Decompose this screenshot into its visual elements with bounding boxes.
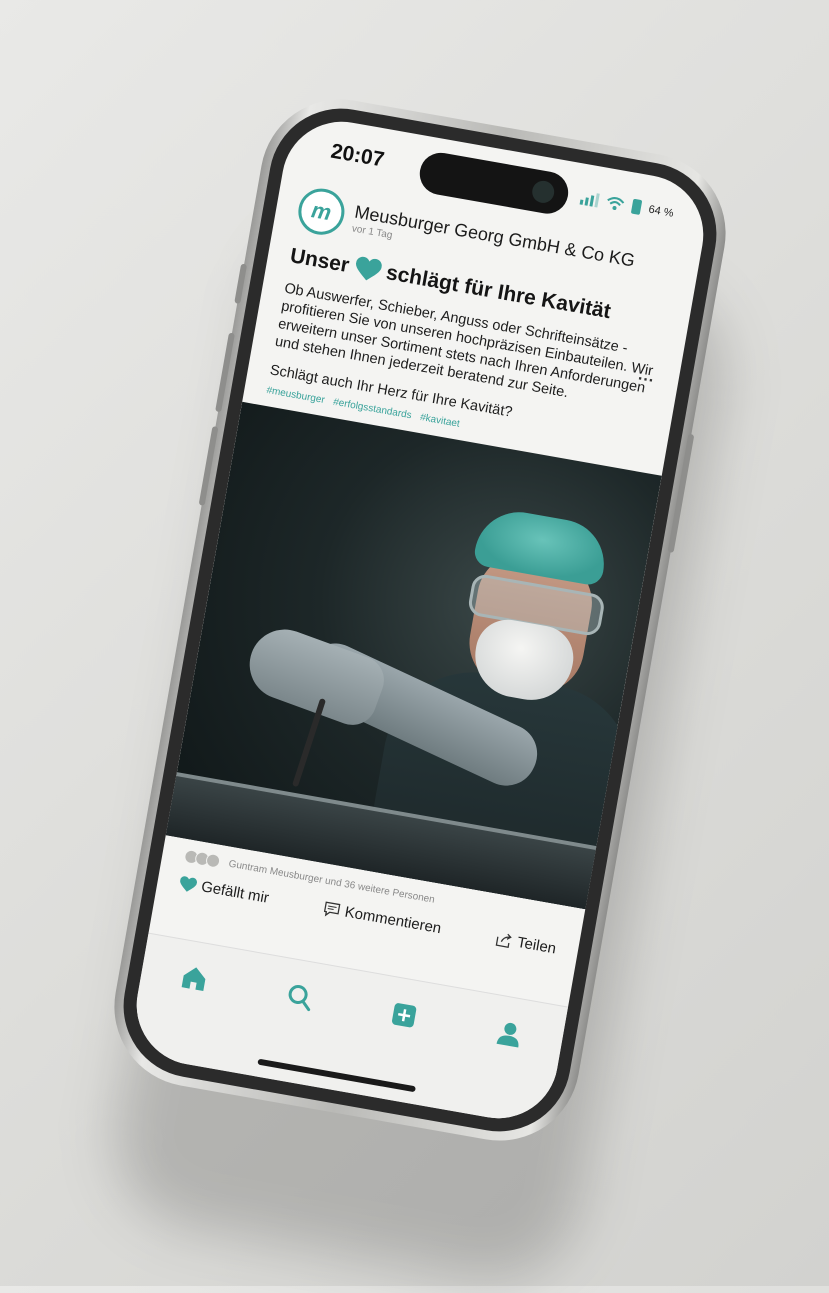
home-icon[interactable] xyxy=(178,962,210,994)
hashtag[interactable]: #meusburger xyxy=(266,385,326,406)
search-icon[interactable] xyxy=(283,981,315,1013)
like-label: Gefällt mir xyxy=(199,878,271,907)
battery-icon xyxy=(630,198,643,215)
battery-level: 64 % xyxy=(647,203,675,220)
home-indicator[interactable] xyxy=(257,1058,416,1093)
post-photo[interactable] xyxy=(165,401,662,910)
more-options-icon[interactable]: ... xyxy=(637,366,656,387)
like-button[interactable]: Gefällt mir xyxy=(178,874,271,907)
heart-icon xyxy=(180,875,198,892)
comment-icon xyxy=(323,900,341,916)
share-icon xyxy=(495,933,512,948)
status-indicators: 64 % xyxy=(579,190,675,221)
screen: 20:07 64 % m Meusburger Georg GmbH & Co … xyxy=(127,112,713,1128)
status-time: 20:07 xyxy=(329,139,387,172)
dynamic-island xyxy=(416,149,572,217)
company-avatar[interactable]: m xyxy=(294,185,349,239)
heart-icon xyxy=(355,256,382,281)
share-label: Teilen xyxy=(515,933,558,958)
hashtag[interactable]: #kavitaet xyxy=(419,412,460,430)
phone-bezel: 20:07 64 % m Meusburger Georg GmbH & Co … xyxy=(112,97,728,1143)
comment-label: Kommentieren xyxy=(343,903,443,938)
reaction-avatar xyxy=(204,852,222,869)
photo-tool xyxy=(291,697,327,788)
headline-start: Unser xyxy=(288,244,351,278)
signal-icon xyxy=(579,190,600,208)
comment-button[interactable]: Kommentieren xyxy=(322,900,443,938)
add-icon[interactable] xyxy=(388,999,420,1031)
share-button[interactable]: Teilen xyxy=(494,930,557,957)
wifi-icon xyxy=(607,196,625,210)
mute-switch xyxy=(234,263,248,304)
phone-frame: 20:07 64 % m Meusburger Georg GmbH & Co … xyxy=(101,86,739,1154)
profile-icon[interactable] xyxy=(493,1018,525,1050)
camera-icon xyxy=(530,179,556,205)
